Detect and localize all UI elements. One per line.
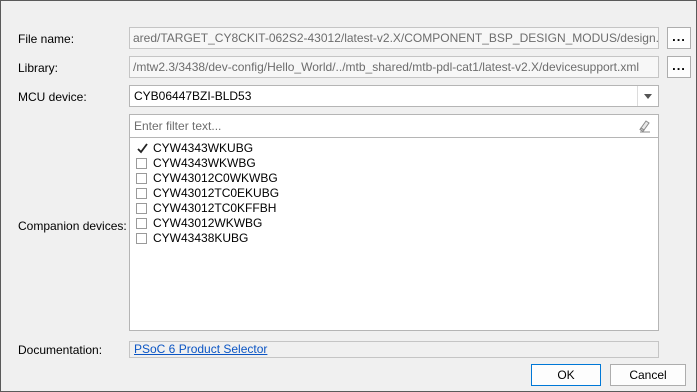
list-item-label: CYW43438KUBG xyxy=(153,231,249,245)
mcu-device-value: CYB06447BZI-BLD53 xyxy=(134,89,252,103)
clear-filter-icon[interactable] xyxy=(638,119,652,133)
file-name-field[interactable]: ared/TARGET_CY8CKIT-062S2-43012/latest-v… xyxy=(129,27,659,49)
cancel-button[interactable]: Cancel xyxy=(610,364,686,386)
list-item-label: CYW43012TC0KFFBH xyxy=(153,201,277,215)
chevron-down-icon[interactable] xyxy=(637,86,658,106)
documentation-label: Documentation: xyxy=(18,343,103,357)
list-item[interactable]: CYW43012C0WKWBG xyxy=(136,171,278,186)
list-item-label: CYW43012C0WKWBG xyxy=(153,171,278,185)
checkbox-checked[interactable] xyxy=(136,143,148,154)
device-selection-dialog: File name: ared/TARGET_CY8CKIT-062S2-430… xyxy=(0,0,697,392)
checkbox[interactable] xyxy=(136,218,147,229)
documentation-link[interactable]: PSoC 6 Product Selector xyxy=(134,342,267,357)
file-name-label: File name: xyxy=(18,32,75,46)
list-item-label: CYW4343WKWBG xyxy=(153,156,256,170)
list-item-label: CYW43012TC0EKUBG xyxy=(153,186,280,200)
library-label: Library: xyxy=(18,61,59,75)
list-item[interactable]: CYW43012WKWBG xyxy=(136,216,262,231)
list-item[interactable]: CYW43012TC0EKUBG xyxy=(136,186,279,201)
list-item-label: CYW43012WKWBG xyxy=(153,216,263,230)
checkbox[interactable] xyxy=(136,173,147,184)
companion-devices-label: Companion devices: xyxy=(18,219,127,233)
checkbox[interactable] xyxy=(136,233,147,244)
checkbox[interactable] xyxy=(136,188,147,199)
file-name-browse-button[interactable]: ... xyxy=(667,27,691,49)
list-item[interactable]: CYW43012TC0KFFBH xyxy=(136,201,276,216)
checkbox[interactable] xyxy=(136,203,147,214)
list-item[interactable]: CYW4343WKWBG xyxy=(136,156,256,171)
list-item-label: CYW4343WKUBG xyxy=(153,141,254,155)
list-item[interactable]: CYW4343WKUBG xyxy=(136,141,253,156)
companion-filter-box: Enter filter text... xyxy=(129,114,659,138)
mcu-device-dropdown[interactable]: CYB06447BZI-BLD53 xyxy=(129,85,659,107)
companion-devices-list: CYW4343WKUBG CYW4343WKWBG CYW43012C0WKWB… xyxy=(129,137,659,331)
library-browse-button[interactable]: ... xyxy=(667,56,691,78)
documentation-field: PSoC 6 Product Selector xyxy=(129,341,659,358)
library-field[interactable]: /mtw2.3/3438/dev-config/Hello_World/../m… xyxy=(129,56,659,78)
companion-filter-input[interactable]: Enter filter text... xyxy=(134,115,221,137)
ok-button[interactable]: OK xyxy=(531,364,601,386)
checkbox[interactable] xyxy=(136,158,147,169)
mcu-device-label: MCU device: xyxy=(18,90,87,104)
list-item[interactable]: CYW43438KUBG xyxy=(136,231,248,246)
